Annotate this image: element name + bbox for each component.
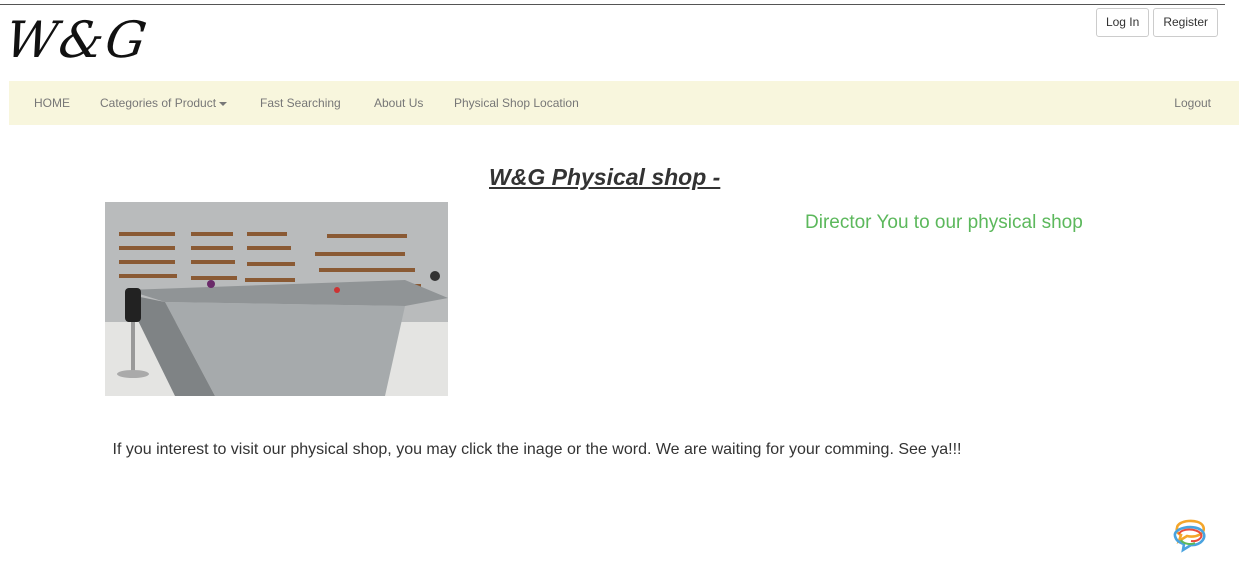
page-title: W&G Physical shop - bbox=[489, 164, 721, 190]
auth-buttons: Log In Register bbox=[1095, 8, 1218, 37]
caret-down-icon bbox=[219, 101, 228, 106]
intro-text: If you interest to visit our physical sh… bbox=[112, 441, 962, 458]
header-divider bbox=[0, 4, 1225, 5]
chat-bubbles-icon[interactable] bbox=[1169, 514, 1211, 556]
nav-home[interactable]: HOME bbox=[34, 81, 70, 125]
site-logo[interactable]: W&G bbox=[2, 8, 153, 72]
shop-photo-link[interactable] bbox=[105, 202, 448, 396]
nav-categories-dropdown[interactable]: Categories of Product bbox=[100, 81, 228, 125]
register-button[interactable]: Register bbox=[1153, 8, 1218, 37]
nav-logout[interactable]: Logout bbox=[1174, 81, 1211, 125]
login-button[interactable]: Log In bbox=[1095, 8, 1150, 37]
shop-interior-photo bbox=[105, 202, 448, 396]
nav-about-us[interactable]: About Us bbox=[374, 81, 423, 125]
nav-categories-label: Categories of Product bbox=[100, 96, 217, 110]
nav-physical-shop-location[interactable]: Physical Shop Location bbox=[454, 81, 579, 125]
main-navbar: HOME Categories of Product Fast Searchin… bbox=[9, 81, 1239, 125]
director-link[interactable]: Director You to our physical shop bbox=[805, 212, 1083, 234]
nav-fast-searching[interactable]: Fast Searching bbox=[260, 81, 341, 125]
